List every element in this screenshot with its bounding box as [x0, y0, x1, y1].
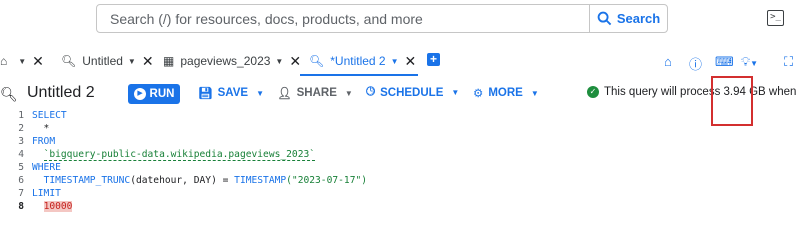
- lightbulb-icon[interactable]: 💡︎▼: [741, 54, 758, 70]
- line-number: 6: [18, 175, 24, 186]
- code-line: *: [32, 123, 50, 134]
- tab-pageviews[interactable]: ▦ pageviews_2023 ▼ ✕: [163, 46, 301, 76]
- play-icon: ▶: [133, 88, 146, 100]
- line-number: 4: [18, 149, 24, 160]
- line-number: 1: [18, 110, 24, 121]
- search-placeholder: Search (/) for resources, docs, products…: [110, 11, 423, 27]
- number-literal: 10000: [43, 201, 73, 212]
- schedule-button[interactable]: 🕒︎ SCHEDULE ▼: [366, 86, 459, 99]
- gear-icon: ⚙: [473, 88, 484, 100]
- save-icon: 💾︎: [198, 88, 213, 100]
- close-icon[interactable]: ✕: [405, 53, 417, 70]
- line-number: 5: [18, 162, 24, 173]
- sql-editor[interactable]: 1 2 3 4 5 6 7 8 SELECT * FROM `bigquery-…: [0, 108, 799, 248]
- close-icon[interactable]: ✕: [32, 53, 44, 70]
- query-title: Untitled 2: [27, 84, 95, 101]
- top-bar: Search (/) for resources, docs, products…: [0, 0, 799, 38]
- code-line: WHERE: [32, 162, 61, 173]
- chevron-down-icon[interactable]: ▼: [391, 57, 399, 66]
- run-label: RUN: [149, 88, 175, 100]
- chevron-down-icon[interactable]: ▼: [18, 57, 26, 66]
- keyboard-icon[interactable]: ⌨: [715, 54, 734, 70]
- add-tab-icon[interactable]: +: [427, 53, 440, 66]
- chevron-down-icon: ▼: [256, 88, 264, 98]
- tab-label: Untitled: [82, 54, 123, 68]
- chevron-down-icon: ▼: [530, 88, 539, 98]
- tab-untitled-2[interactable]: 🔍︎ *Untitled 2 ▼ ✕: [309, 46, 416, 76]
- line-number: 7: [18, 188, 24, 199]
- function-name: TIMESTAMP_TRUNC: [43, 175, 131, 186]
- status-prefix: This query will process: [604, 86, 724, 98]
- code-line: LIMIT: [32, 188, 61, 199]
- save-button[interactable]: 💾︎ SAVE ▼: [198, 86, 264, 100]
- query-icon: 🔍︎: [309, 54, 325, 68]
- info-icon[interactable]: ⓘ: [689, 54, 702, 73]
- status-suffix: when run.: [768, 86, 797, 98]
- table-icon: ▦: [163, 54, 175, 68]
- tab-home[interactable]: ⌂ ▼ ✕: [0, 46, 44, 76]
- code-line: TIMESTAMP_TRUNC(datehour, DAY) = TIMESTA…: [32, 175, 367, 186]
- table-reference: `bigquery-public-data.wikipedia.pageview…: [43, 149, 316, 161]
- run-button[interactable]: ▶ RUN: [128, 84, 180, 104]
- chevron-down-icon: ▼: [451, 88, 460, 97]
- share-label: SHARE: [296, 87, 337, 99]
- chevron-down-icon: ▼: [344, 88, 353, 98]
- string-literal: ("2023-07-17"): [286, 175, 368, 186]
- line-number: 8: [18, 201, 24, 212]
- tab-untitled[interactable]: 🔍︎ Untitled ▼ ✕: [61, 46, 154, 76]
- code-line: `bigquery-public-data.wikipedia.pageview…: [32, 149, 316, 161]
- code-line: FROM: [32, 136, 56, 147]
- cloud-shell-icon[interactable]: >_: [767, 10, 784, 26]
- chevron-down-icon[interactable]: ▼: [275, 57, 283, 66]
- function-name: TIMESTAMP: [234, 175, 287, 186]
- chevron-down-icon[interactable]: ▼: [128, 57, 136, 66]
- search-icon: [597, 11, 612, 26]
- code-line: 10000: [32, 201, 73, 212]
- line-number: 3: [18, 136, 24, 147]
- check-circle-icon: ✓: [587, 86, 599, 98]
- tab-label: pageviews_2023: [180, 54, 271, 68]
- more-label: MORE: [488, 87, 523, 99]
- close-icon[interactable]: ✕: [289, 53, 301, 70]
- query-validator-status: ✓ This query will process 3.94 GB when r…: [587, 86, 799, 98]
- search-button-label: Search: [616, 11, 661, 26]
- line-number: 2: [18, 123, 24, 134]
- tab-strip: ⌂ ▼ ✕ 🔍︎ Untitled ▼ ✕ ▦ pageviews_2023 ▼…: [0, 46, 799, 76]
- fullscreen-icon[interactable]: ⛶: [784, 54, 793, 70]
- close-icon[interactable]: ✕: [142, 53, 154, 70]
- tab-label: *Untitled 2: [330, 54, 386, 68]
- home-icon[interactable]: ⌂: [664, 54, 672, 69]
- code-line: SELECT: [32, 110, 67, 121]
- query-icon: 🔍︎: [61, 54, 77, 68]
- more-button[interactable]: ⚙ MORE ▼: [473, 86, 539, 100]
- active-tab-indicator: [300, 74, 418, 76]
- add-person-icon: 👤︎: [277, 88, 292, 100]
- search-button[interactable]: Search: [589, 5, 667, 32]
- search-input[interactable]: Search (/) for resources, docs, products…: [96, 4, 668, 33]
- clock-icon: 🕒︎: [366, 86, 376, 98]
- home-icon: ⌂: [0, 54, 8, 68]
- function-args: (datehour, DAY) =: [130, 175, 235, 186]
- save-label: SAVE: [217, 87, 249, 99]
- share-button[interactable]: 👤︎ SHARE ▼: [277, 86, 353, 100]
- schedule-label: SCHEDULE: [380, 86, 444, 99]
- query-icon: 🔍︎: [0, 86, 18, 102]
